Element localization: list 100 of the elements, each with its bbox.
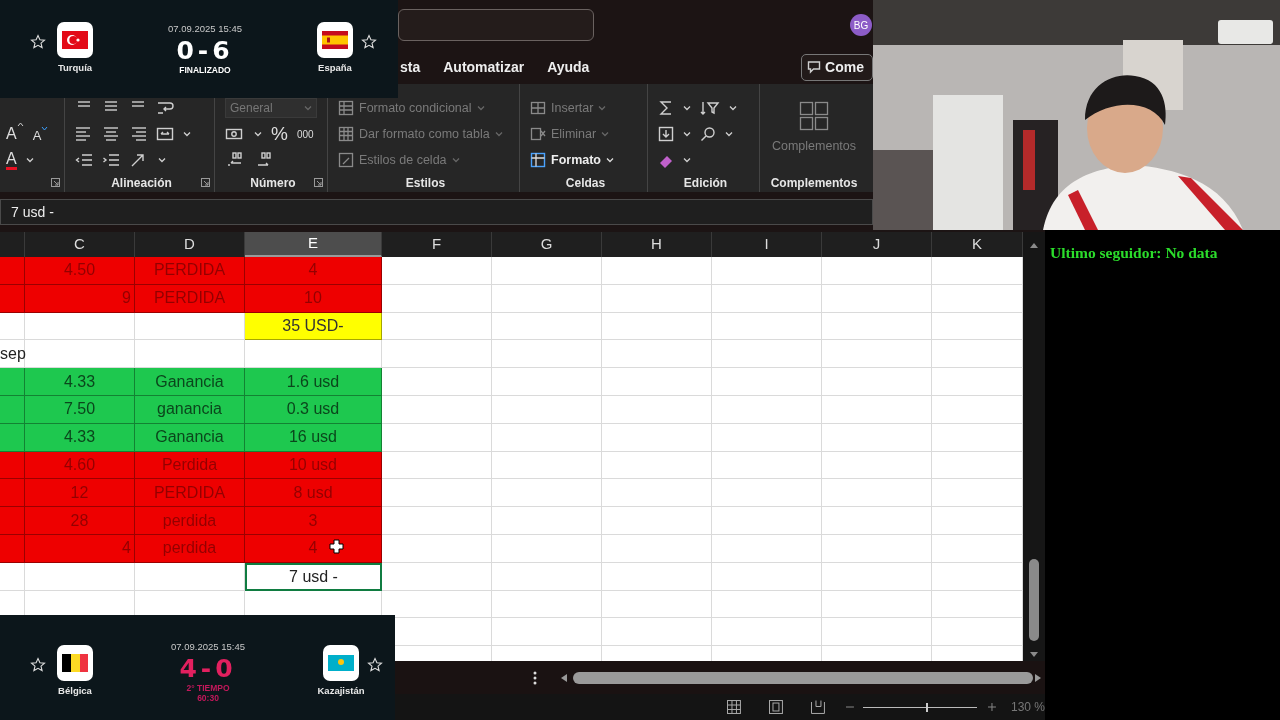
team-name: Turquía bbox=[57, 61, 93, 76]
group-label: Estilos bbox=[405, 174, 446, 192]
indent-increase-icon[interactable] bbox=[102, 151, 120, 169]
column-header[interactable]: E bbox=[245, 232, 382, 257]
table-format-icon bbox=[338, 126, 354, 142]
team-name: Kazajistán bbox=[317, 683, 365, 698]
caret-icon bbox=[16, 122, 24, 127]
match-date: 07.09.2025 15:45 bbox=[168, 22, 242, 36]
star-icon[interactable] bbox=[361, 34, 377, 51]
match-score: 4-0 bbox=[179, 653, 237, 684]
sort-filter-icon[interactable] bbox=[700, 100, 720, 116]
scrollbar-thumb[interactable] bbox=[1029, 559, 1039, 641]
sum-icon[interactable] bbox=[658, 100, 674, 116]
team-name: España bbox=[318, 61, 352, 76]
slider-thumb[interactable] bbox=[925, 702, 928, 712]
indent-decrease-icon[interactable] bbox=[75, 151, 93, 169]
table-cell: 9 bbox=[25, 284, 135, 313]
launcher-icon[interactable] bbox=[201, 178, 210, 187]
star-icon[interactable] bbox=[30, 656, 46, 673]
ribbon-tab[interactable]: sta bbox=[400, 52, 421, 82]
zoom-level: 130 % bbox=[1010, 699, 1045, 716]
ribbon-tab[interactable]: Ayuda bbox=[547, 52, 590, 82]
align-left-icon[interactable] bbox=[75, 125, 93, 143]
ribbon-tab[interactable]: Automatizar bbox=[443, 52, 525, 82]
table-cell: 4.33 bbox=[25, 368, 135, 396]
merge-icon[interactable] bbox=[156, 125, 174, 143]
table-cell: 10 bbox=[245, 284, 382, 313]
font-color-button[interactable]: A bbox=[6, 150, 17, 170]
align-center-icon[interactable] bbox=[102, 125, 120, 143]
match-status: FINALIZADO bbox=[179, 66, 231, 76]
star-icon[interactable] bbox=[30, 34, 46, 51]
table-cell: 10 usd bbox=[245, 451, 382, 480]
scroll-left-icon[interactable] bbox=[559, 672, 569, 683]
table-cell: 0.3 usd bbox=[245, 396, 382, 424]
comment-icon bbox=[807, 60, 822, 74]
match-date: 07.09.2025 15:45 bbox=[171, 639, 245, 654]
table-cell: 7 usd - bbox=[245, 562, 382, 591]
table-cell: Perdida bbox=[135, 451, 245, 480]
star-icon[interactable] bbox=[367, 656, 383, 673]
ribbon-button[interactable]: Formato bbox=[530, 150, 614, 170]
launcher-icon[interactable] bbox=[314, 178, 323, 187]
table-cell: 7.50 bbox=[25, 396, 135, 424]
normal-view-icon[interactable] bbox=[727, 700, 741, 714]
avatar[interactable]: BG bbox=[850, 14, 872, 36]
fill-down-icon[interactable] bbox=[658, 126, 674, 142]
table-cell: 4.33 bbox=[25, 423, 135, 452]
zoom-in-icon[interactable] bbox=[987, 702, 997, 712]
table-cell: 35 USD- bbox=[245, 312, 382, 341]
group-label: Celdas bbox=[565, 174, 606, 192]
flag-icon bbox=[57, 644, 93, 681]
scrollbar-thumb[interactable] bbox=[573, 671, 1033, 684]
group-label: Edición bbox=[683, 174, 728, 192]
align-right-icon[interactable] bbox=[129, 125, 147, 143]
comments-button[interactable]: Come bbox=[801, 53, 873, 81]
wrap-text-icon[interactable] bbox=[156, 99, 174, 117]
search-field[interactable] bbox=[398, 9, 594, 41]
table-cell: 1.6 usd bbox=[245, 368, 382, 396]
table-cell: perdida bbox=[135, 507, 245, 535]
conditional-format-icon bbox=[338, 100, 354, 116]
match-status: 60:30 bbox=[197, 693, 219, 704]
table-cell: 3 bbox=[245, 507, 382, 535]
page-layout-icon[interactable] bbox=[768, 700, 783, 714]
currency-icon[interactable] bbox=[225, 126, 245, 142]
thousands-button[interactable]: 000 bbox=[296, 126, 314, 142]
table-cell: 4.50 bbox=[25, 257, 135, 285]
scroll-down-icon[interactable] bbox=[1029, 651, 1039, 659]
match-score: 0-6 bbox=[176, 36, 234, 67]
table-cell: ganancia bbox=[135, 396, 245, 424]
formula-field[interactable]: 7 usd - bbox=[0, 199, 873, 225]
caret-icon bbox=[41, 125, 49, 131]
grow-font-button[interactable]: A bbox=[6, 122, 24, 146]
search-icon[interactable] bbox=[700, 126, 716, 142]
flag-icon bbox=[317, 22, 353, 59]
shrink-font-button[interactable]: A bbox=[32, 125, 49, 146]
table-cell: PERDIDA bbox=[135, 257, 245, 285]
cell-styles-icon bbox=[338, 152, 354, 168]
launcher-icon[interactable] bbox=[51, 178, 60, 187]
format-icon bbox=[530, 152, 546, 168]
group-label: Complementos bbox=[770, 174, 858, 192]
cursor-icon bbox=[329, 539, 344, 554]
percent-button[interactable]: % bbox=[271, 119, 288, 149]
more-options-icon[interactable] bbox=[533, 670, 537, 685]
table-cell: Ganancia bbox=[135, 368, 245, 396]
group-label: Número bbox=[250, 174, 296, 192]
page-break-icon[interactable] bbox=[810, 700, 825, 714]
table-cell: 4 bbox=[245, 257, 382, 285]
flag-icon bbox=[323, 644, 359, 681]
match-status: 2° TIEMPO bbox=[186, 683, 230, 694]
table-cell: 4.60 bbox=[25, 451, 135, 480]
table-cell: 16 usd bbox=[245, 423, 382, 452]
table-cell: Ganancia bbox=[135, 423, 245, 452]
increase-decimal-icon[interactable] bbox=[225, 151, 245, 169]
insert-cells-icon bbox=[530, 100, 546, 116]
table-cell: 4 bbox=[25, 534, 135, 563]
follower-text: Ultimo seguidor: No data bbox=[1050, 243, 1218, 263]
grid-squares-icon bbox=[799, 101, 829, 131]
table-cell: PERDIDA bbox=[135, 479, 245, 508]
table-cell: PERDIDA bbox=[135, 284, 245, 313]
team-name: Bélgica bbox=[58, 683, 92, 698]
group-label: Alineación bbox=[111, 174, 172, 192]
